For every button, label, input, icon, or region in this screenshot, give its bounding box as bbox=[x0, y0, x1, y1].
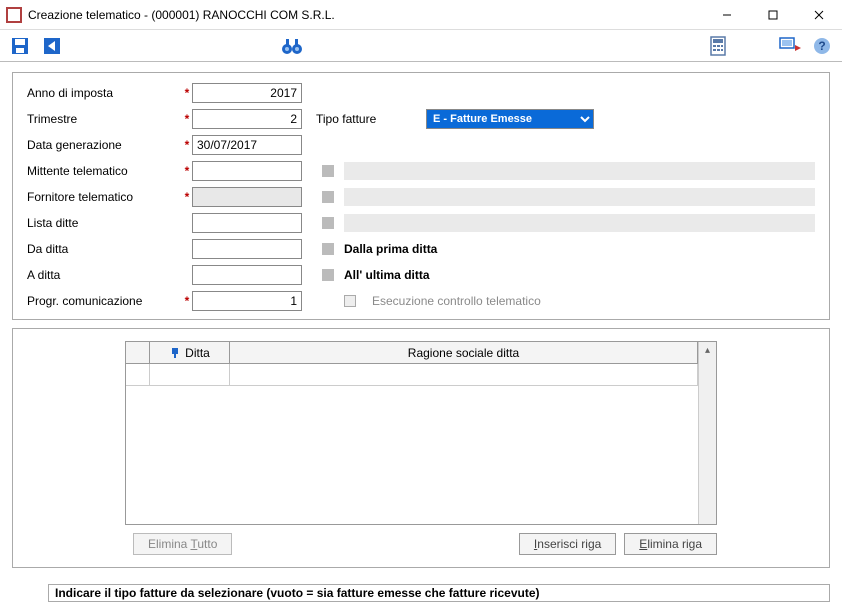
fornitore-input bbox=[192, 187, 302, 207]
minimize-button[interactable] bbox=[704, 0, 750, 30]
tipo-fatture-select[interactable]: E - Fatture Emesse bbox=[426, 109, 594, 129]
statusbar: Indicare il tipo fatture da selezionare … bbox=[48, 584, 830, 602]
da-ditta-desc: Dalla prima ditta bbox=[344, 242, 437, 256]
scroll-up-icon[interactable]: ▴ bbox=[705, 342, 710, 359]
scrollbar[interactable]: ▴ bbox=[698, 342, 716, 524]
esecuzione-checkbox bbox=[344, 295, 356, 307]
status-text: Indicare il tipo fatture da selezionare … bbox=[55, 586, 539, 600]
trimestre-input[interactable] bbox=[192, 109, 302, 129]
a-ditta-input[interactable] bbox=[192, 265, 302, 285]
window-title: Creazione telematico - (000001) RANOCCHI… bbox=[28, 8, 704, 22]
indicator-icon bbox=[322, 243, 334, 255]
grid[interactable]: Ditta Ragione sociale ditta ▴ bbox=[125, 341, 717, 525]
data-gen-input[interactable] bbox=[192, 135, 302, 155]
required-marker: * bbox=[182, 112, 192, 126]
mittente-input[interactable] bbox=[192, 161, 302, 181]
display-export-icon[interactable] bbox=[778, 34, 802, 58]
titlebar: Creazione telematico - (000001) RANOCCHI… bbox=[0, 0, 842, 30]
fornitore-desc bbox=[344, 188, 815, 206]
esecuzione-label: Esecuzione controllo telematico bbox=[372, 294, 541, 308]
da-ditta-label: Da ditta bbox=[27, 242, 182, 256]
binoculars-icon[interactable] bbox=[280, 34, 304, 58]
required-marker: * bbox=[182, 86, 192, 100]
mittente-desc bbox=[344, 162, 815, 180]
required-marker: * bbox=[182, 164, 192, 178]
lista-input[interactable] bbox=[192, 213, 302, 233]
mittente-label: Mittente telematico bbox=[27, 164, 182, 178]
da-ditta-input[interactable] bbox=[192, 239, 302, 259]
data-gen-label: Data generazione bbox=[27, 138, 182, 152]
tipo-fatture-label: Tipo fatture bbox=[316, 112, 416, 126]
progr-input[interactable] bbox=[192, 291, 302, 311]
form-frame: Anno di imposta * Trimestre * Tipo fattu… bbox=[12, 72, 830, 320]
indicator-icon bbox=[322, 269, 334, 281]
list-frame: Ditta Ragione sociale ditta ▴ Elimina Tu… bbox=[12, 328, 830, 568]
toolbar: ? bbox=[0, 30, 842, 62]
svg-text:?: ? bbox=[818, 39, 825, 53]
close-button[interactable] bbox=[796, 0, 842, 30]
a-ditta-label: A ditta bbox=[27, 268, 182, 282]
indicator-icon bbox=[322, 165, 334, 177]
elimina-riga-button[interactable]: Elimina riga bbox=[624, 533, 717, 555]
a-ditta-desc: All' ultima ditta bbox=[344, 268, 430, 282]
required-marker: * bbox=[182, 138, 192, 152]
lista-label: Lista ditte bbox=[27, 216, 182, 230]
col-ditta: Ditta bbox=[185, 346, 210, 360]
pin-icon bbox=[169, 347, 181, 359]
lista-desc bbox=[344, 214, 815, 232]
required-marker: * bbox=[182, 294, 192, 308]
maximize-button[interactable] bbox=[750, 0, 796, 30]
elimina-tutto-button[interactable]: Elimina Tutto bbox=[133, 533, 232, 555]
col-ragione: Ragione sociale ditta bbox=[230, 342, 698, 363]
save-icon[interactable] bbox=[8, 34, 32, 58]
indicator-icon bbox=[322, 191, 334, 203]
table-row[interactable] bbox=[126, 364, 698, 386]
anno-input[interactable] bbox=[192, 83, 302, 103]
indicator-icon bbox=[322, 217, 334, 229]
help-icon[interactable]: ? bbox=[810, 34, 834, 58]
trimestre-label: Trimestre bbox=[27, 112, 182, 126]
inserisci-riga-button[interactable]: Inserisci riga bbox=[519, 533, 616, 555]
grid-header: Ditta Ragione sociale ditta bbox=[126, 342, 698, 364]
back-icon[interactable] bbox=[40, 34, 64, 58]
app-icon bbox=[6, 7, 22, 23]
fornitore-label: Fornitore telematico bbox=[27, 190, 182, 204]
calculator-icon[interactable] bbox=[706, 34, 730, 58]
progr-label: Progr. comunicazione bbox=[27, 294, 182, 308]
anno-label: Anno di imposta bbox=[27, 86, 182, 100]
required-marker: * bbox=[182, 190, 192, 204]
